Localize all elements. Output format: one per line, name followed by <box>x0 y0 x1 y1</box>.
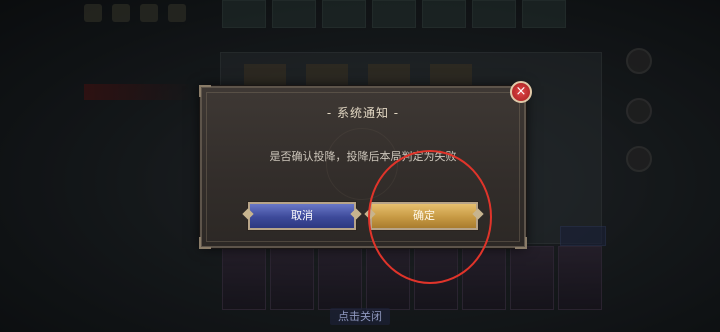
dialog-corner <box>199 85 211 97</box>
dialog-corner <box>515 237 527 249</box>
dialog-corner <box>199 237 211 249</box>
confirm-highlight-ring <box>368 150 492 284</box>
cancel-button[interactable]: 取消 <box>248 202 356 230</box>
close-icon[interactable]: × <box>510 81 532 103</box>
dialog-title: - 系统通知 - <box>326 106 400 120</box>
tap-to-close-hint[interactable]: 点击关闭 <box>0 308 720 325</box>
dialog-message: 是否确认投降，投降后本局判定为失败 <box>269 150 457 163</box>
hint-label: 点击关闭 <box>330 308 390 325</box>
